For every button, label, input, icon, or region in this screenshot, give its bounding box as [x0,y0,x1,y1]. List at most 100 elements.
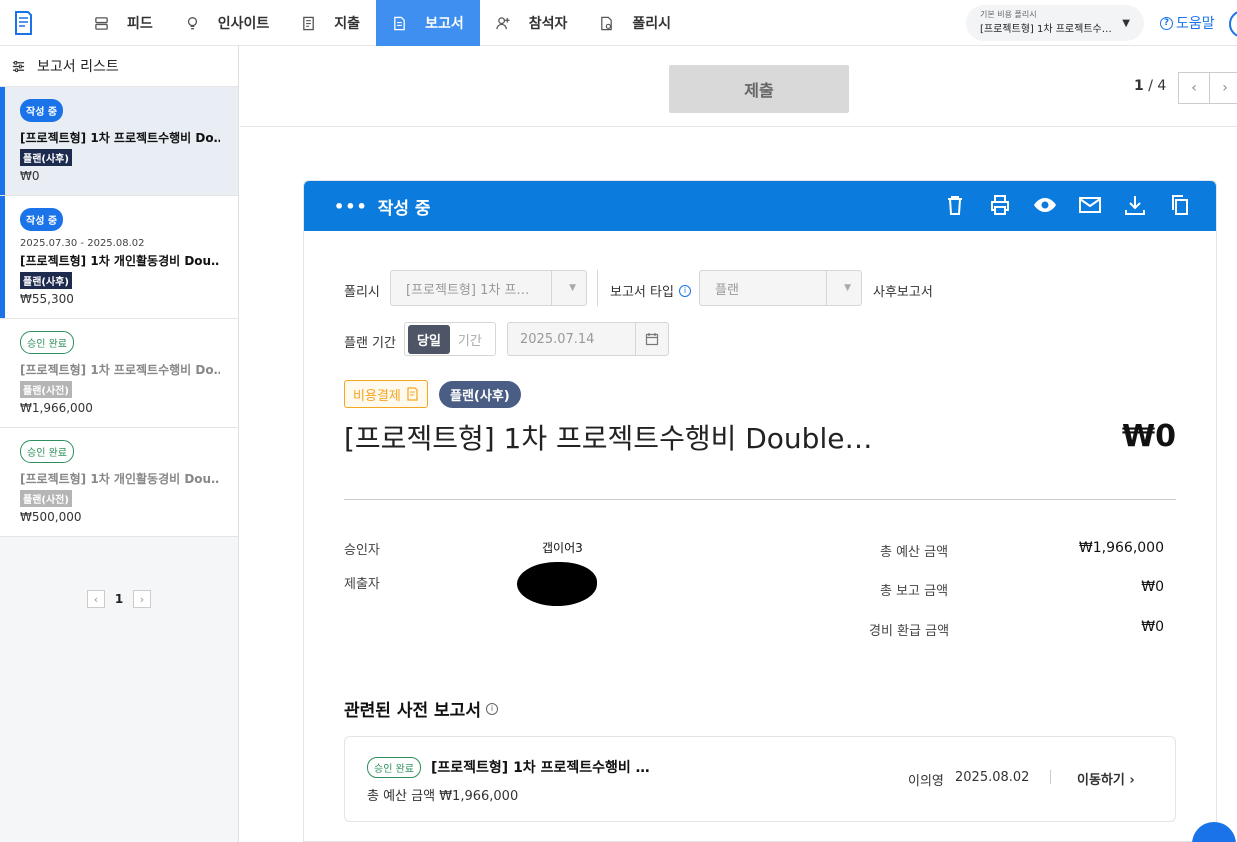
cost-payment-label: 비용결제 [353,388,401,404]
policy-field-value: [프로젝트형] 1차 프… [406,282,530,298]
eye-icon[interactable] [1033,193,1057,217]
nav-insight-label: 인사이트 [217,16,270,32]
current-page-number[interactable]: 1 [105,592,133,606]
related-report-title: [프로젝트형] 1차 프로젝트수행비 … [431,760,650,776]
chevron-left-icon: ‹ [93,592,99,606]
main-nav: 피드 인사이트 지출 보고서 참석자 폴리시 [78,0,687,46]
report-action-bar: 제출 1 / 4 ‹ › [240,47,1237,127]
report-card-amount: ₩55,300 [20,292,74,306]
default-policy-select[interactable]: 기본 비용 폴리시 [프로젝트형] 1차 프로젝트수… ▼ [966,5,1144,41]
submit-button[interactable]: 제출 [669,65,849,113]
report-panel-header: ••• 작성 중 [304,181,1216,231]
related-report-person: 이의영 [908,774,944,789]
prev-report-button[interactable]: ‹ [1178,72,1210,104]
report-current-page: 1 [1134,78,1144,94]
chevron-right-icon: › [1129,773,1135,788]
related-report-card: 승인 완료 [프로젝트형] 1차 프로젝트수행비 … 총 예산 금액 ₩1,96… [344,736,1176,822]
report-card-3[interactable]: 승인 완료 [프로젝트형] 1차 프로젝트수행비 Do… 플랜(사전) ₩1,9… [0,319,238,428]
plan-period-label: 플랜 기간 [344,336,396,351]
report-card-title: [프로젝트형] 1차 프로젝트수행비 Do… [20,131,220,145]
next-page-button[interactable]: › [133,590,151,608]
chevron-right-icon: › [1222,80,1228,96]
report-type-suffix: 사후보고서 [873,285,933,300]
profile-avatar[interactable] [1229,10,1237,38]
more-options-icon[interactable]: ••• [334,197,368,216]
info-icon[interactable]: i [485,702,498,715]
redacted-submitter [517,562,597,606]
lightbulb-icon [187,16,197,29]
period-range-option[interactable]: 기간 [450,330,490,349]
trash-icon[interactable] [943,193,967,217]
section-divider [344,499,1176,500]
nav-policy-label: 폴리시 [632,16,671,32]
status-badge: 승인 완료 [20,331,74,354]
sidebar-pagination: ‹ 1 › [87,590,151,608]
chevron-left-icon: ‹ [1191,80,1197,96]
report-icon [394,16,405,30]
report-card-title: [프로젝트형] 1차 개인활동경비 Dou… [20,254,220,268]
report-list-title: 보고서 리스트 [37,59,119,75]
receipt-icon [303,16,315,30]
info-icon[interactable]: i [678,284,691,297]
related-report-date: 2025.08.02 [955,770,1030,785]
approver-label: 승인자 [344,543,380,558]
caret-down-icon: ▼ [1122,18,1130,29]
report-list-header: 보고서 리스트 [0,46,238,87]
mail-icon[interactable] [1078,193,1102,217]
help-link[interactable]: ? 도움말 [1160,13,1215,33]
prev-page-button[interactable]: ‹ [87,590,105,608]
nav-feed-label: 피드 [127,16,153,32]
report-card-4[interactable]: 승인 완료 [프로젝트형] 1차 개인활동경비 Dou… 플랜(사전) ₩500… [0,428,238,537]
nav-feed[interactable]: 피드 [78,0,169,46]
nav-policy[interactable]: 폴리시 [583,0,687,46]
help-label: 도움말 [1176,16,1215,32]
report-type-select[interactable]: 플랜 ▼ [699,270,862,306]
move-to-report-link[interactable]: 이동하기 › [1077,769,1135,788]
report-page-counter: 1 / 4 [1134,78,1166,94]
cost-payment-tag: 비용결제 [344,380,428,408]
report-status-title: 작성 중 [377,198,431,219]
plan-type-tag: 플랜(사후) [439,381,521,408]
report-card-2[interactable]: 작성 중 2025.07.30 - 2025.08.02 [프로젝트형] 1차 … [0,196,238,319]
filter-sliders-icon[interactable] [12,60,25,73]
refund-value: ₩0 [1141,619,1164,635]
report-type-value: 플랜 [715,282,739,298]
nav-expense[interactable]: 지출 [285,0,376,46]
app-logo-icon[interactable] [12,10,34,36]
plan-date-value: 2025.07.14 [520,331,595,347]
nav-report[interactable]: 보고서 [376,0,480,46]
top-navigation-bar: 피드 인사이트 지출 보고서 참석자 폴리시 기본 비용 폴리시 [프로젝트형]… [0,0,1237,46]
report-title: [프로젝트형] 1차 프로젝트수행비 Double… [344,422,873,455]
nav-insight[interactable]: 인사이트 [169,0,286,46]
move-label: 이동하기 [1077,773,1125,788]
nav-attendee[interactable]: 참석자 [480,0,584,46]
status-badge: 승인 완료 [20,440,74,463]
approver-value: 갭이어3 [542,541,583,555]
report-card-title: [프로젝트형] 1차 개인활동경비 Dou… [20,472,220,486]
period-single-day-option[interactable]: 당일 [408,324,450,354]
report-type-label-wrap: 보고서 타입 i [610,281,691,300]
plan-tag: 플랜(사후) [20,272,72,289]
status-badge: 작성 중 [20,208,64,231]
copy-icon[interactable] [1168,193,1192,217]
submitter-label: 제출자 [344,577,380,592]
total-reported-label: 총 보고 금액 [880,584,949,599]
total-budget-label: 총 예산 금액 [880,545,949,560]
report-card-amount: ₩1,966,000 [20,401,93,415]
related-reports-heading: 관련된 사전 보고서 i [344,696,498,721]
calendar-icon[interactable] [645,332,659,346]
download-icon[interactable] [1123,193,1147,217]
caret-down-icon: ▼ [844,283,851,293]
print-icon[interactable] [988,193,1012,217]
report-total-amount: ₩0 [1122,419,1176,454]
chevron-right-icon: › [139,592,145,606]
nav-report-label: 보고서 [425,16,464,32]
policy-icon [601,16,613,30]
report-card-amount: ₩500,000 [20,510,82,524]
report-card-1[interactable]: 작성 중 [프로젝트형] 1차 프로젝트수행비 Do… 플랜(사후) ₩0 [0,87,238,196]
report-header-actions [922,193,1192,217]
report-detail-panel: ••• 작성 중 폴리시 [프로젝트형] 1차 프… ▼ 보고서 타입 i 플랜… [303,180,1217,842]
next-report-button[interactable]: › [1209,72,1237,104]
policy-field-select[interactable]: [프로젝트형] 1차 프… ▼ [390,270,587,306]
plan-date-input[interactable]: 2025.07.14 [507,322,669,356]
